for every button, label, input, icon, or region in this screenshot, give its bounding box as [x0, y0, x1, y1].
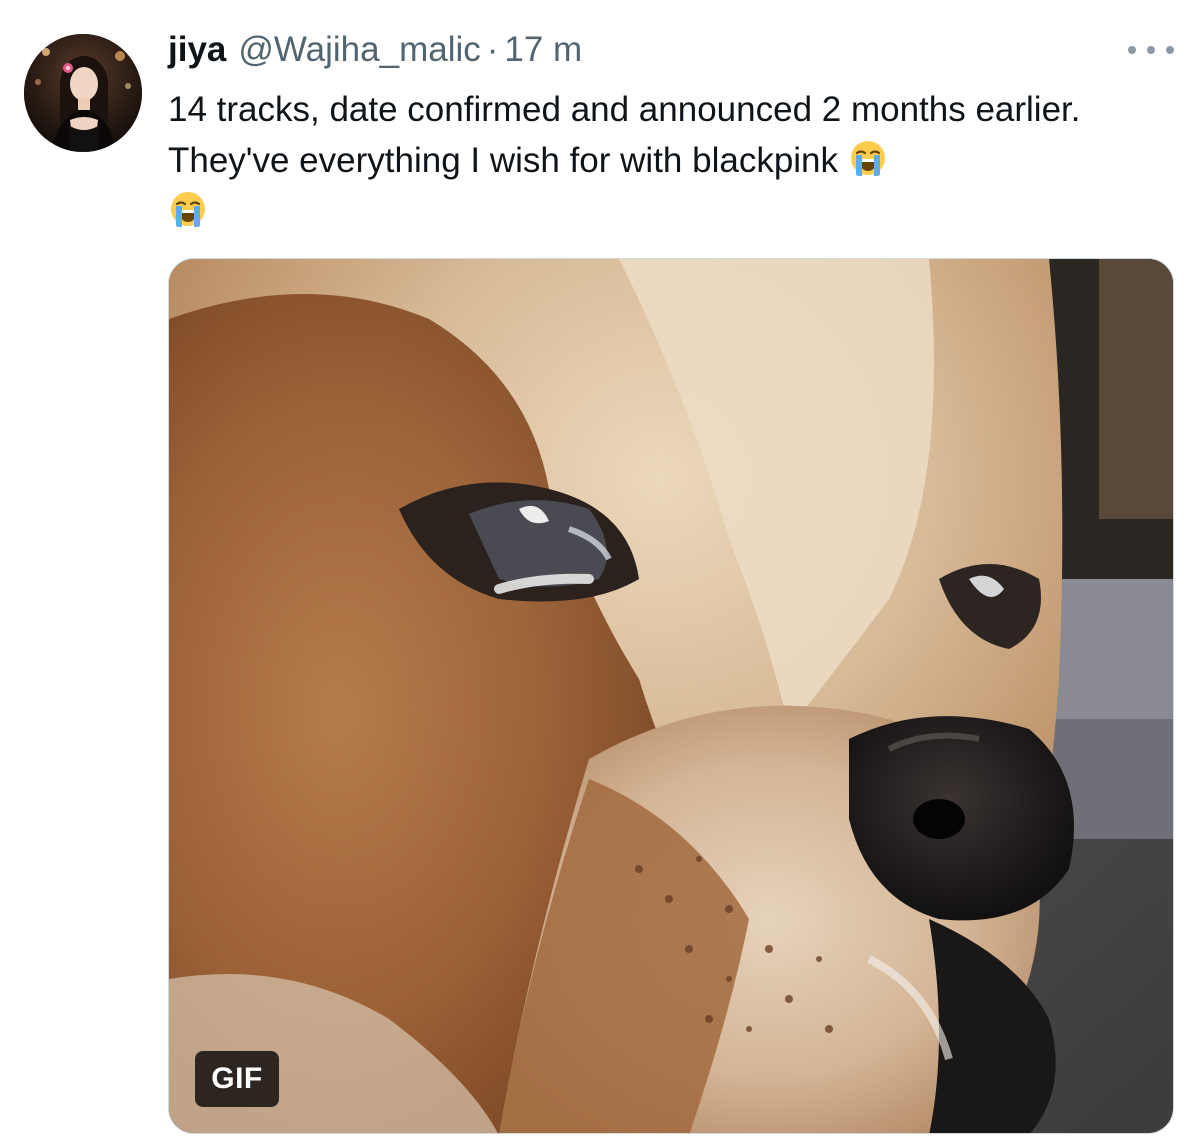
- author-handle[interactable]: @Wajiha_malic: [238, 30, 480, 70]
- loudly-crying-face-icon: [850, 141, 885, 176]
- tweet-card[interactable]: jiya @Wajiha_malic · 17 m 14 tracks, dat…: [0, 0, 1200, 1142]
- gif-badge: GIF: [195, 1051, 279, 1107]
- more-options-button[interactable]: [1128, 38, 1174, 62]
- avatar[interactable]: [24, 34, 142, 152]
- more-horizontal-icon: [1128, 46, 1136, 54]
- loudly-crying-face-icon: [171, 192, 205, 227]
- tweet-timestamp[interactable]: 17 m: [504, 30, 582, 70]
- avatar-image: [24, 34, 142, 152]
- more-horizontal-icon: [1147, 46, 1155, 54]
- tweet-text-body: 14 tracks, date confirmed and announced …: [168, 90, 1081, 180]
- tweet-header: jiya @Wajiha_malic · 17 m: [168, 28, 582, 72]
- more-horizontal-icon: [1166, 46, 1174, 54]
- author-display-name[interactable]: jiya: [168, 30, 226, 70]
- header-separator: ·: [486, 30, 499, 69]
- tweet-text: 14 tracks, date confirmed and announced …: [168, 84, 1168, 237]
- crying-dog-gif-image: [169, 259, 1173, 1133]
- tweet-media-gif[interactable]: GIF: [168, 258, 1174, 1134]
